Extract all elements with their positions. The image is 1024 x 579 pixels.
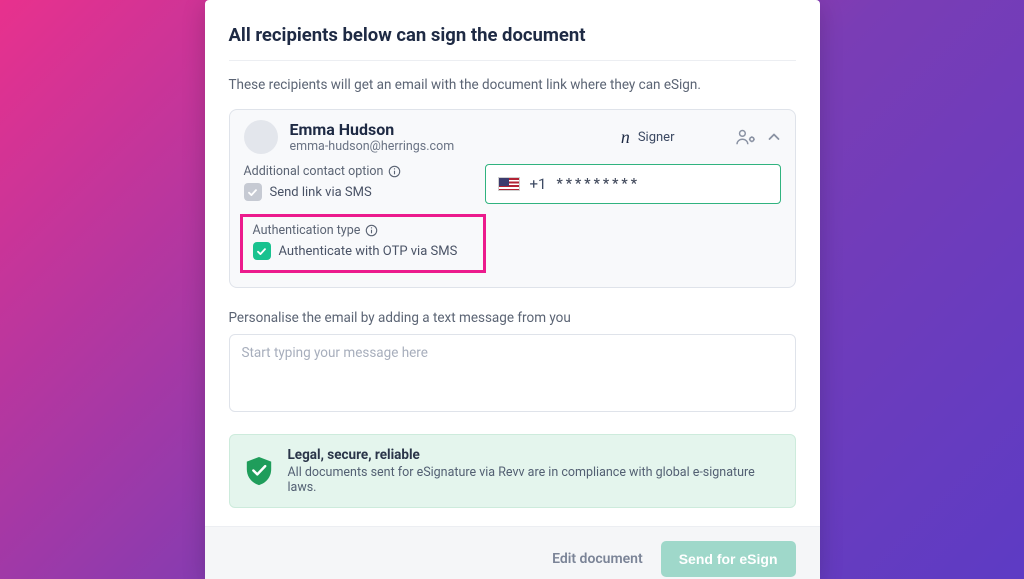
modal-footer: Edit document Send for eSign [205,526,820,579]
auth-otp-label: Authenticate with OTP via SMS [279,244,458,259]
send-for-esign-button[interactable]: Send for eSign [661,541,796,577]
modal-title: All recipients below can sign the docume… [229,24,796,61]
contact-option-heading: Additional contact option [244,164,469,179]
recipient-role[interactable]: n Signer [621,128,675,146]
personalise-label: Personalise the email by adding a text m… [229,310,796,326]
phone-input[interactable]: +1 ********* [485,164,781,204]
send-sms-checkbox[interactable] [244,183,262,201]
flag-us-icon[interactable] [498,177,520,191]
recipient-header: Emma Hudson emma-hudson@herrings.com n S… [230,110,795,160]
modal-subtitle: These recipients will get an email with … [229,77,796,93]
message-input[interactable] [229,334,796,412]
recipient-identity: Emma Hudson emma-hudson@herrings.com [290,120,621,154]
shield-check-icon [244,455,274,487]
auth-heading: Authentication type [253,223,473,238]
info-icon[interactable] [365,224,378,237]
send-sms-label: Send link via SMS [270,185,372,200]
recipient-name: Emma Hudson [290,120,621,139]
recipient-settings-icon[interactable] [735,128,757,146]
esign-recipients-modal: All recipients below can sign the docume… [205,0,820,579]
collapse-icon[interactable] [767,130,781,144]
phone-masked: ********* [556,176,640,192]
recipient-email: emma-hudson@herrings.com [290,139,621,154]
auth-highlight: Authentication type [240,214,486,273]
role-label: Signer [638,130,675,145]
avatar [244,120,278,154]
signature-icon: n [621,128,630,146]
auth-otp-checkbox-row[interactable]: Authenticate with OTP via SMS [253,242,473,260]
contact-option-heading-text: Additional contact option [244,164,384,179]
recipient-options: Additional contact option [230,160,795,287]
send-sms-checkbox-row[interactable]: Send link via SMS [244,183,469,201]
recipient-actions [735,128,781,146]
legal-banner: Legal, secure, reliable All documents se… [229,434,796,508]
legal-subtitle: All documents sent for eSignature via Re… [288,465,781,495]
auth-type-block: Authentication type [244,212,781,273]
legal-title: Legal, secure, reliable [288,447,781,463]
legal-text: Legal, secure, reliable All documents se… [288,447,781,495]
modal-body: All recipients below can sign the docume… [205,0,820,508]
info-icon[interactable] [388,165,401,178]
contact-option-block: Additional contact option [244,164,469,201]
edit-document-button[interactable]: Edit document [552,551,643,567]
auth-otp-checkbox[interactable] [253,242,271,260]
recipient-card: Emma Hudson emma-hudson@herrings.com n S… [229,109,796,288]
auth-heading-text: Authentication type [253,223,361,238]
dial-code: +1 [530,175,547,193]
